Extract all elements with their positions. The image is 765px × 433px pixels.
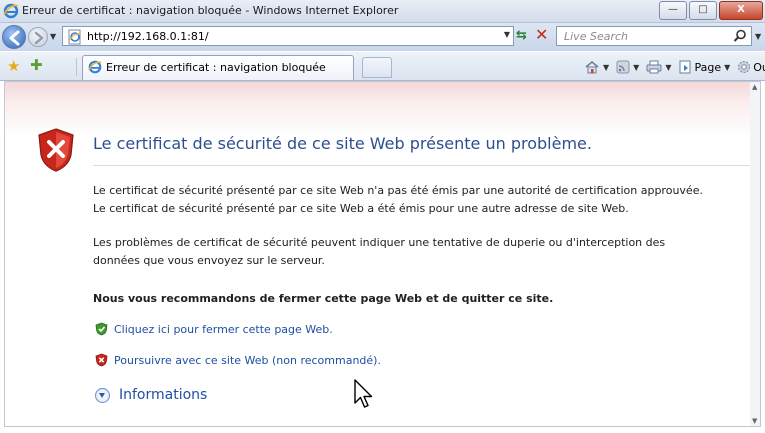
tab-ie-icon <box>88 60 102 74</box>
feeds-dropdown-icon[interactable]: ▼ <box>633 63 639 72</box>
back-button[interactable] <box>2 25 26 49</box>
red-shield-icon <box>95 353 108 367</box>
page-menu-label[interactable]: Page <box>694 61 721 74</box>
more-information-label[interactable]: Informations <box>119 387 207 403</box>
print-button[interactable]: ▼ <box>646 60 671 74</box>
maximize-button[interactable]: □ <box>689 1 717 20</box>
title-divider <box>93 165 753 166</box>
tools-menu[interactable]: Outils ▼ <box>737 60 765 74</box>
search-dropdown-icon[interactable]: ▼ <box>755 32 761 41</box>
close-window-button[interactable]: X <box>719 1 763 20</box>
window-title: Erreur de certificat : navigation bloqué… <box>22 4 399 17</box>
page-menu-icon <box>679 60 691 74</box>
back-arrow-icon <box>9 30 20 46</box>
add-favorites-icon[interactable]: ✚ <box>30 56 43 74</box>
page-content: Le certificat de sécurité de ce site Web… <box>4 81 761 427</box>
print-icon <box>646 60 662 74</box>
recommendation-text: Nous vous recommandons de fermer cette p… <box>93 292 554 305</box>
url-dropdown-icon[interactable]: ▼ <box>504 30 510 39</box>
favorites-star-icon[interactable]: ★ <box>7 57 20 75</box>
mouse-pointer-icon <box>354 379 373 408</box>
stop-icon[interactable]: ✕ <box>535 25 548 44</box>
minimize-button[interactable]: — <box>659 1 687 20</box>
explanation-line-1: Le certificat de sécurité présenté par c… <box>93 184 703 197</box>
risk-line-1: Les problèmes de certificat de sécurité … <box>93 236 666 249</box>
address-input[interactable]: http://192.168.0.1:81/ ▼ <box>62 26 514 46</box>
refresh-icon[interactable]: ⇆ <box>516 28 527 43</box>
url-text[interactable]: http://192.168.0.1:81/ <box>87 30 209 43</box>
home-icon <box>585 60 599 74</box>
scroll-up-icon[interactable]: ▲ <box>752 83 757 91</box>
print-dropdown-icon[interactable]: ▼ <box>665 63 671 72</box>
history-dropdown-icon[interactable]: ▼ <box>50 32 56 41</box>
address-bar-row: ▼ http://192.168.0.1:81/ ▼ ⇆ ✕ Live Sear… <box>0 23 765 51</box>
window-title-bar: Erreur de certificat : navigation bloqué… <box>0 0 765 23</box>
home-dropdown-icon[interactable]: ▼ <box>603 63 609 72</box>
expand-chevron-icon[interactable] <box>95 387 110 403</box>
forward-arrow-icon <box>34 31 44 45</box>
error-title: Le certificat de sécurité de ce site Web… <box>93 134 592 153</box>
tab-certificate-error[interactable]: Erreur de certificat : navigation bloqué… <box>82 55 354 80</box>
close-page-link-text[interactable]: Cliquez ici pour fermer cette page Web. <box>114 323 333 336</box>
gear-icon <box>738 61 751 73</box>
tab-bar: ★ ✚ Erreur de certificat : navigation bl… <box>0 52 765 81</box>
command-bar: ▼ ▼ ▼ Page ▼ O <box>584 58 765 76</box>
page-icon <box>68 29 82 45</box>
close-page-link[interactable]: Cliquez ici pour fermer cette page Web. <box>95 322 333 336</box>
toolbar-separator <box>76 58 77 76</box>
feeds-button[interactable]: ▼ <box>616 60 639 74</box>
tab-label[interactable]: Erreur de certificat : navigation bloqué… <box>106 61 326 74</box>
vertical-scrollbar[interactable]: ▲ ▼ <box>750 82 760 426</box>
new-tab-button[interactable] <box>362 57 392 78</box>
green-shield-icon <box>95 322 108 336</box>
explanation-line-2: Le certificat de sécurité présenté par c… <box>93 202 629 215</box>
tools-menu-label[interactable]: Outils <box>753 61 765 74</box>
search-placeholder[interactable]: Live Search <box>564 30 628 43</box>
continue-site-link-text[interactable]: Poursuivre avec ce site Web (non recomma… <box>114 354 381 367</box>
page-dropdown-icon[interactable]: ▼ <box>724 63 730 72</box>
page-menu[interactable]: Page ▼ <box>678 60 730 74</box>
risk-paragraph: Les problèmes de certificat de sécurité … <box>93 234 665 270</box>
scroll-down-icon[interactable]: ▼ <box>752 417 757 425</box>
ie-logo-icon <box>3 3 19 19</box>
explanation-paragraph: Le certificat de sécurité présenté par c… <box>93 182 703 218</box>
forward-button[interactable] <box>28 27 48 47</box>
search-icon[interactable] <box>733 29 747 43</box>
home-button[interactable]: ▼ <box>584 60 609 74</box>
more-information-toggle[interactable]: Informations <box>95 387 207 403</box>
continue-site-link[interactable]: Poursuivre avec ce site Web (non recomma… <box>95 353 381 367</box>
risk-line-2: données que vous envoyez sur le serveur. <box>93 254 325 267</box>
search-input[interactable]: Live Search <box>556 26 752 46</box>
feeds-icon <box>616 60 630 74</box>
shield-error-icon <box>38 128 74 172</box>
